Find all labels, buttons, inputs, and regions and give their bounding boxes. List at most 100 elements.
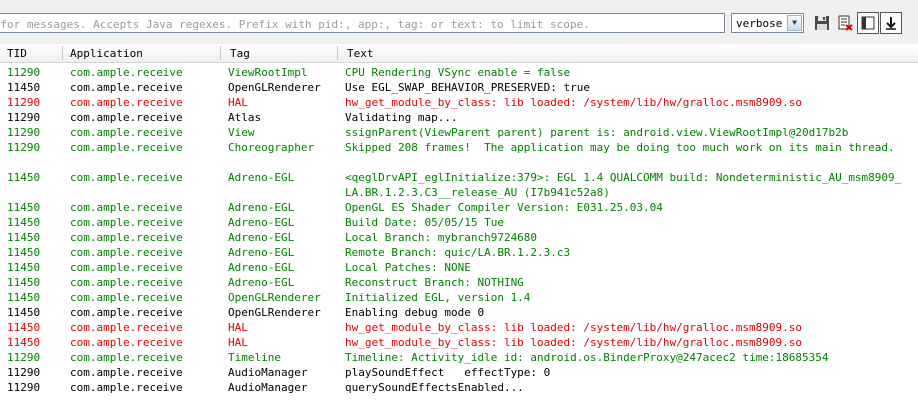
log-application: com.ample.receive	[70, 111, 183, 124]
chevron-down-icon[interactable]: ▼	[787, 15, 802, 31]
scroll-lock-button[interactable]	[880, 12, 902, 34]
toggle-panel-button[interactable]	[857, 12, 879, 34]
log-application: com.ample.receive	[70, 66, 183, 79]
column-divider[interactable]	[337, 46, 338, 60]
log-row[interactable]: 11450 com.ample.receive Adreno-EGL <qeglDrv…	[0, 169, 918, 199]
log-tag: Atlas	[228, 111, 262, 124]
clear-log-button[interactable]	[834, 12, 856, 34]
log-row[interactable]: 11290 com.ample.receive AudioManager playSo…	[0, 364, 918, 379]
log-text: hw_get_module_by_class: lib loaded: /sys…	[345, 336, 802, 349]
log-application: com.ample.receive	[70, 276, 183, 289]
log-tid: 11450	[7, 321, 41, 334]
log-application: com.ample.receive	[70, 381, 183, 394]
log-text: OpenGL ES Shader Compiler Version: E031.…	[345, 201, 663, 214]
column-header: TID Application Tag Text	[0, 44, 918, 63]
log-row[interactable]: 11450 com.ample.receive Adreno-EGL Remote B…	[0, 244, 918, 259]
log-tid: 11450	[7, 171, 41, 184]
log-text: Build Date: 05/05/15 Tue	[345, 216, 504, 229]
log-row[interactable]: 11290 com.ample.receive ViewRootImpl CPU Re…	[0, 64, 918, 79]
log-tag: Adreno-EGL	[228, 201, 295, 214]
log-row[interactable]: 11290 com.ample.receive AudioManager queryS…	[0, 379, 918, 394]
log-tid: 11450	[7, 216, 41, 229]
log-text: Timeline: Activity_idle id: android.os.B…	[345, 351, 829, 364]
log-row[interactable]: 11450 com.ample.receive Adreno-EGL Local Pa…	[0, 259, 918, 274]
log-row[interactable]: 11290 com.ample.receive HAL hw_get_module_b…	[0, 94, 918, 109]
log-tag: Adreno-EGL	[228, 231, 295, 244]
log-tid: 11450	[7, 246, 41, 259]
log-tid: 11290	[7, 366, 41, 379]
column-tag[interactable]: Tag	[230, 47, 250, 60]
log-tag: Adreno-EGL	[228, 171, 295, 184]
log-row[interactable]: 11450 com.ample.receive OpenGLRenderer Enab…	[0, 304, 918, 319]
log-tag: HAL	[228, 321, 248, 334]
column-application[interactable]: Application	[70, 47, 143, 60]
log-tag: Adreno-EGL	[228, 261, 295, 274]
log-text: hw_get_module_by_class: lib loaded: /sys…	[345, 321, 802, 334]
column-text[interactable]: Text	[347, 47, 374, 60]
log-tid: 11450	[7, 336, 41, 349]
log-text: Skipped 208 frames! The application may …	[345, 141, 895, 154]
log-tag: View	[228, 126, 255, 139]
log-application: com.ample.receive	[70, 231, 183, 244]
log-row[interactable]: 11450 com.ample.receive HAL hw_get_module_b…	[0, 319, 918, 334]
log-level-select[interactable]: verbose ▼	[731, 13, 804, 33]
log-row[interactable]: 11450 com.ample.receive Adreno-EGL Reconstr…	[0, 274, 918, 289]
log-tid: 11290	[7, 66, 41, 79]
log-tag: AudioManager	[228, 381, 308, 394]
log-row[interactable]: 11290 com.ample.receive Timeline Timeline: …	[0, 349, 918, 364]
log-application: com.ample.receive	[70, 336, 183, 349]
log-row[interactable]: 11450 com.ample.receive Adreno-EGL OpenGL E…	[0, 199, 918, 214]
log-table: 11290 com.ample.receive ViewRootImpl CPU Re…	[0, 64, 918, 394]
arrow-down-icon	[886, 17, 896, 30]
column-divider[interactable]	[220, 46, 221, 60]
log-text: Local Patches: NONE	[345, 261, 471, 274]
log-application: com.ample.receive	[70, 141, 183, 154]
log-tag: ViewRootImpl	[228, 66, 308, 79]
log-row[interactable]: 11290 com.ample.receive View ssignParent(Vi…	[0, 124, 918, 139]
log-row[interactable]: 11450 com.ample.receive Adreno-EGL Build Da…	[0, 214, 918, 229]
log-text: Use EGL_SWAP_BEHAVIOR_PRESERVED: true	[345, 81, 591, 94]
log-tid: 11290	[7, 126, 41, 139]
log-row[interactable]: 11290 com.ample.receive Atlas Validating ma…	[0, 109, 918, 124]
log-tid: 11450	[7, 291, 41, 304]
column-tid[interactable]: TID	[7, 47, 27, 60]
log-text: CPU Rendering VSync enable = false	[345, 66, 571, 79]
log-tag: OpenGLRenderer	[228, 291, 321, 304]
log-row[interactable]: 11450 com.ample.receive HAL hw_get_module_b…	[0, 334, 918, 349]
log-tid: 11450	[7, 306, 41, 319]
log-row[interactable]: 11450 com.ample.receive OpenGLRenderer Use …	[0, 79, 918, 94]
log-text: Initialized EGL, version 1.4	[345, 291, 531, 304]
log-row[interactable]: 11450 com.ample.receive Adreno-EGL Local Br…	[0, 229, 918, 244]
log-tid: 11290	[7, 141, 41, 154]
column-divider[interactable]	[62, 46, 63, 60]
log-tid: 11450	[7, 81, 41, 94]
log-text: ssignParent(ViewParent parent) parent is…	[345, 126, 849, 139]
log-application: com.ample.receive	[70, 321, 183, 334]
log-tid: 11450	[7, 276, 41, 289]
log-row[interactable]: 11290 com.ample.receive Choreographer Skipp…	[0, 139, 918, 169]
search-input[interactable]	[0, 13, 725, 33]
log-application: com.ample.receive	[70, 126, 183, 139]
log-level-value: verbose	[736, 17, 783, 30]
log-tid: 11450	[7, 261, 41, 274]
log-text: playSoundEffect effectType: 0	[345, 366, 551, 379]
log-tid: 11450	[7, 231, 41, 244]
log-text: Local Branch: mybranch9724680	[345, 231, 538, 244]
save-icon	[815, 16, 829, 30]
log-application: com.ample.receive	[70, 246, 183, 259]
save-button[interactable]	[811, 12, 833, 34]
split-view-icon	[861, 16, 875, 30]
log-text: querySoundEffectsEnabled...	[345, 381, 524, 394]
log-text: hw_get_module_by_class: lib loaded: /sys…	[345, 96, 802, 109]
toolbar: verbose ▼	[0, 0, 918, 44]
log-text: <qeglDrvAPI_eglInitialize:379>: EGL 1.4 …	[345, 171, 902, 199]
log-application: com.ample.receive	[70, 261, 183, 274]
log-application: com.ample.receive	[70, 171, 183, 184]
log-row[interactable]: 11450 com.ample.receive OpenGLRenderer Init…	[0, 289, 918, 304]
log-application: com.ample.receive	[70, 201, 183, 214]
log-tag: HAL	[228, 96, 248, 109]
log-application: com.ample.receive	[70, 216, 183, 229]
log-tag: Adreno-EGL	[228, 216, 295, 229]
log-tag: Adreno-EGL	[228, 246, 295, 259]
log-tid: 11290	[7, 96, 41, 109]
